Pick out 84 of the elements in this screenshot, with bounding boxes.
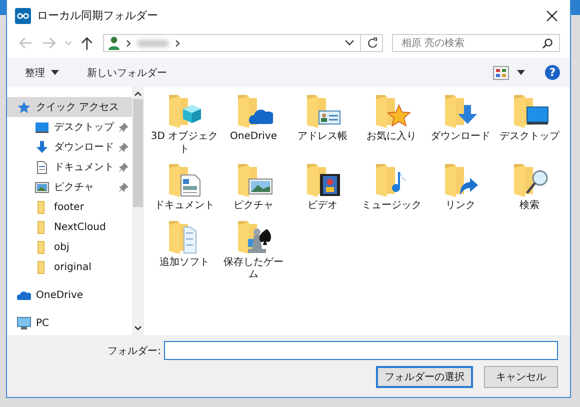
scroll-up-icon[interactable] <box>134 91 142 96</box>
sidebar-label: ダウンロード <box>54 141 114 154</box>
sidebar-label: NextCloud <box>54 222 106 232</box>
document-icon <box>35 160 49 174</box>
blurred-segment <box>137 40 170 46</box>
folder-label: 3D オブジェクト <box>150 131 218 156</box>
view-options-icon[interactable] <box>493 66 509 80</box>
search-field[interactable]: 相原 亮の検索 <box>392 34 560 52</box>
folder-item[interactable]: ミュージック <box>357 162 426 212</box>
picture-icon <box>35 180 49 194</box>
folder-label: ピクチャ <box>232 200 274 212</box>
sidebar-item[interactable]: クイック アクセス <box>7 97 132 117</box>
caret-icon[interactable] <box>517 70 525 75</box>
sidebar-item[interactable]: OneDrive <box>7 285 132 305</box>
folder-item[interactable]: 保存したゲーム <box>219 218 288 282</box>
sidebar-item[interactable]: ダウンロード <box>7 137 132 157</box>
search-icon <box>542 38 553 49</box>
sidebar-label: PC <box>36 318 50 328</box>
scrollbar[interactable] <box>132 87 143 335</box>
folder-item[interactable]: お気に入り <box>357 93 426 156</box>
folder-item[interactable]: アドレス帳 <box>288 93 357 156</box>
folder-label: OneDrive <box>228 131 278 144</box>
address-bar[interactable] <box>103 34 384 52</box>
sidebar-label: クイック アクセス <box>36 101 120 114</box>
sidebar-label: OneDrive <box>36 290 84 300</box>
folder-label: ビデオ <box>306 200 338 212</box>
folder-label: 追加ソフト <box>158 256 210 269</box>
folder-label: リンク <box>444 200 476 212</box>
folder-input[interactable] <box>164 341 558 360</box>
caret-icon <box>51 70 59 75</box>
folder-item[interactable]: ドキュメント <box>150 162 219 212</box>
folder-item[interactable]: ダウンロード <box>426 93 495 156</box>
pc-icon <box>17 316 31 330</box>
star-icon <box>17 100 31 114</box>
refresh-icon[interactable] <box>367 37 378 49</box>
sidebar-label: original <box>54 262 92 272</box>
close-icon[interactable] <box>546 10 558 22</box>
sidebar-label: デスクトップ <box>54 120 114 134</box>
download-icon <box>35 140 49 154</box>
sidebar-label: footer <box>54 202 84 212</box>
cloud-icon <box>17 288 31 302</box>
sidebar-item[interactable]: ドキュメント <box>7 157 132 177</box>
desktop-icon <box>35 120 49 134</box>
dropdown-caret-icon[interactable] <box>345 40 354 46</box>
folder-item[interactable]: リンク <box>426 162 495 212</box>
folder-item[interactable]: ビデオ <box>288 162 357 212</box>
folder-field-label: フォルダー: <box>107 344 161 358</box>
up-arrow-icon[interactable] <box>80 36 92 50</box>
sidebar-item[interactable]: NextCloud <box>7 217 132 237</box>
select-folder-button[interactable]: フォルダーの選択 <box>376 366 473 388</box>
user-icon <box>108 36 120 50</box>
folder-label: 検索 <box>518 200 540 212</box>
folder-label: デスクトップ <box>498 131 561 144</box>
folder-label: ミュージック <box>360 200 422 212</box>
help-button[interactable]: ? <box>545 65 560 80</box>
folder-label: お気に入り <box>366 131 418 144</box>
chevron-icon <box>126 40 132 46</box>
folder-label: アドレス帳 <box>296 131 348 144</box>
sidebar-label: ドキュメント <box>54 161 114 174</box>
folder-item[interactable]: OneDrive <box>219 93 288 156</box>
window-title: ローカル同期フォルダー <box>37 8 158 23</box>
sidebar-item[interactable]: obj <box>7 237 132 257</box>
folder-item[interactable]: ピクチャ <box>219 162 288 212</box>
sidebar-item[interactable]: ピクチャ <box>7 177 132 197</box>
folder-label: 保存したゲーム <box>222 256 284 282</box>
sidebar-label: ピクチャ <box>54 181 94 194</box>
app-logo-icon <box>15 8 31 24</box>
scroll-down-icon[interactable] <box>134 326 142 331</box>
sidebar-item[interactable]: デスクトップ <box>7 117 132 137</box>
sidebar-item[interactable]: original <box>7 257 132 277</box>
cancel-button[interactable]: キャンセル <box>484 366 558 388</box>
folder-item[interactable]: 3D オブジェクト <box>150 93 219 156</box>
folder-item[interactable]: 検索 <box>495 162 564 212</box>
folder-item[interactable]: 追加ソフト <box>150 218 219 282</box>
folder-label: ダウンロード <box>430 131 492 144</box>
new-folder-button[interactable]: 新しいフォルダー <box>83 64 171 82</box>
sidebar-item[interactable]: PC <box>7 313 132 333</box>
sidebar-item[interactable]: footer <box>7 197 132 217</box>
scroll-thumb[interactable] <box>132 99 142 207</box>
folder-item[interactable]: デスクトップ <box>495 93 564 156</box>
chevron-icon <box>175 40 180 46</box>
organize-button[interactable]: 整理 <box>21 64 63 82</box>
sidebar-label: obj <box>54 242 70 252</box>
folder-label: ドキュメント <box>154 200 216 212</box>
